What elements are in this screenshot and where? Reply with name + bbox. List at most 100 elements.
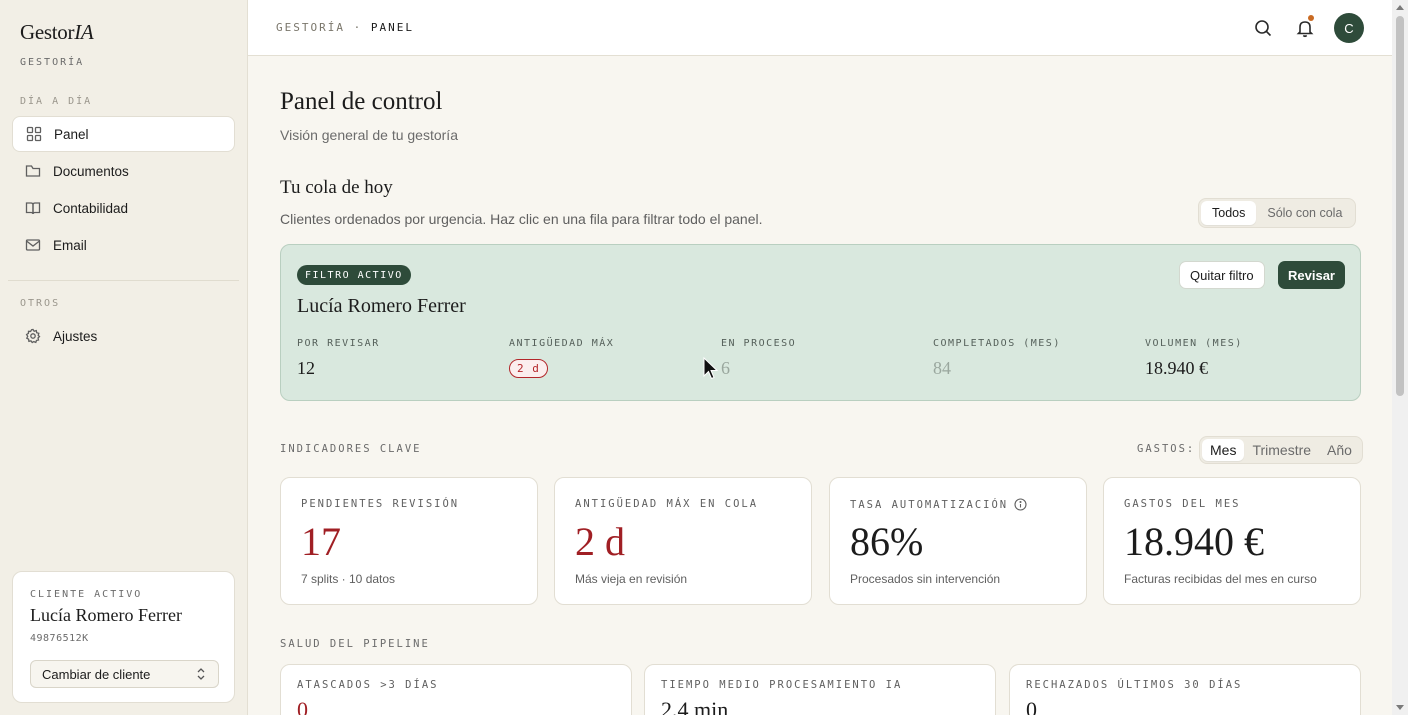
- pipeline-value: 2,4 min: [661, 697, 729, 715]
- filter-stat-label: ANTIGÜEDAD MÁX: [509, 338, 615, 349]
- gastos-period-toggle: Mes Trimestre Año: [1199, 436, 1363, 464]
- sidebar-item-label: Email: [53, 237, 87, 253]
- sidebar-item-contabilidad[interactable]: Contabilidad: [12, 190, 235, 226]
- period-ano[interactable]: Año: [1319, 439, 1360, 461]
- pipeline-label: TIEMPO MEDIO PROCESAMIENTO IA: [661, 679, 903, 691]
- sidebar: GestorIA GESTORÍA DÍA A DÍA Panel Docume…: [0, 0, 248, 715]
- change-client-select[interactable]: Cambiar de cliente: [30, 660, 219, 688]
- active-client-card: CLIENTE ACTIVO Lucía Romero Ferrer 49876…: [12, 571, 235, 703]
- sidebar-divider: [8, 280, 239, 281]
- clear-filter-button[interactable]: Quitar filtro: [1179, 261, 1265, 289]
- queue-subtitle: Clientes ordenados por urgencia. Haz cli…: [280, 211, 763, 227]
- folder-icon: [24, 163, 41, 180]
- scroll-down-arrow-icon[interactable]: [1396, 705, 1404, 710]
- brand-subtitle: GESTORÍA: [20, 57, 85, 68]
- kpi-card-antiguedad: ANTIGÜEDAD MÁX EN COLA 2 d Más vieja en …: [554, 477, 812, 605]
- filter-stat-value: 6: [721, 358, 730, 378]
- page-subtitle: Visión general de tu gestoría: [280, 127, 458, 143]
- pipeline-label: RECHAZADOS ÚLTIMOS 30 DÍAS: [1026, 679, 1243, 691]
- filter-stat-value: 84: [933, 358, 951, 378]
- notification-dot: [1308, 15, 1314, 21]
- active-client-label: CLIENTE ACTIVO: [30, 589, 143, 600]
- breadcrumb-separator: ·: [344, 21, 371, 34]
- mouse-cursor-icon: [703, 357, 719, 380]
- kpi-sub: 7 splits · 10 datos: [301, 572, 396, 586]
- brand-name-italic: IA: [74, 20, 94, 44]
- chevron-up-down-icon: [197, 668, 205, 680]
- sidebar-item-ajustes[interactable]: Ajustes: [12, 318, 235, 354]
- kpi-label: ANTIGÜEDAD MÁX EN COLA: [575, 498, 759, 510]
- sidebar-item-email[interactable]: Email: [12, 227, 235, 263]
- pipeline-value: 0: [297, 697, 308, 715]
- book-icon: [24, 200, 41, 217]
- active-filter-badge: FILTRO ACTIVO: [297, 265, 411, 285]
- filter-stat-volumen: VOLUMEN (MES) 18.940 €: [1145, 338, 1243, 379]
- breadcrumb: GESTORÍA · PANEL: [276, 21, 414, 34]
- filter-stat-label: POR REVISAR: [297, 338, 380, 349]
- kpi-label: PENDIENTES REVISIÓN: [301, 498, 460, 510]
- active-filter-client: Lucía Romero Ferrer: [297, 295, 466, 317]
- age-pill: 2 d: [509, 359, 548, 378]
- active-client-nif: 49876512K: [30, 633, 89, 644]
- kpi-card-pendientes: PENDIENTES REVISIÓN 17 7 splits · 10 dat…: [280, 477, 538, 605]
- change-client-label: Cambiar de cliente: [42, 666, 151, 682]
- filter-stat-label: EN PROCESO: [721, 338, 797, 349]
- pipeline-card-rechazados: RECHAZADOS ÚLTIMOS 30 DÍAS 0: [1009, 664, 1361, 715]
- brand-logo[interactable]: GestorIA: [20, 20, 94, 45]
- queue-filter-solo-con-cola[interactable]: Sólo con cola: [1256, 201, 1353, 225]
- breadcrumb-root[interactable]: GESTORÍA: [276, 21, 345, 34]
- sidebar-item-panel[interactable]: Panel: [12, 116, 235, 152]
- kpi-label: GASTOS DEL MES: [1124, 498, 1241, 510]
- section-label-daily: DÍA A DÍA: [20, 96, 93, 107]
- pipeline-section-label: SALUD DEL PIPELINE: [280, 638, 430, 650]
- pipeline-card-atascados: ATASCADOS >3 DÍAS 0: [280, 664, 632, 715]
- sidebar-item-documentos[interactable]: Documentos: [12, 153, 235, 189]
- kpi-label-wrap: TASA AUTOMATIZACIÓN: [850, 498, 1027, 511]
- sidebar-item-label: Ajustes: [53, 328, 98, 344]
- sidebar-item-label: Panel: [54, 126, 89, 142]
- kpi-card-gastos: GASTOS DEL MES 18.940 € Facturas recibid…: [1103, 477, 1361, 605]
- kpi-sub: Facturas recibidas del mes en curso: [1124, 572, 1317, 586]
- filter-stat-completados: COMPLETADOS (MES) 84: [933, 338, 1061, 379]
- info-icon[interactable]: [1014, 498, 1027, 511]
- scrollbar[interactable]: [1392, 0, 1408, 715]
- active-client-name: Lucía Romero Ferrer: [30, 605, 182, 625]
- brand-name: Gestor: [20, 20, 75, 44]
- search-icon[interactable]: [1253, 18, 1273, 38]
- pipeline-value: 0: [1026, 697, 1037, 715]
- pipeline-label: ATASCADOS >3 DÍAS: [297, 679, 439, 691]
- period-mes[interactable]: Mes: [1202, 439, 1245, 461]
- queue-title: Tu cola de hoy: [280, 177, 393, 198]
- filter-stat-antiguedad: ANTIGÜEDAD MÁX 2 d: [509, 338, 614, 378]
- filter-stat-por-revisar: POR REVISAR 12: [297, 338, 380, 379]
- sidebar-item-label: Contabilidad: [53, 200, 129, 216]
- breadcrumb-current: PANEL: [370, 21, 414, 34]
- kpi-sub: Procesados sin intervención: [850, 572, 1001, 586]
- bell-icon[interactable]: [1295, 18, 1315, 38]
- pipeline-card-tiempo-medio: TIEMPO MEDIO PROCESAMIENTO IA 2,4 min: [644, 664, 996, 715]
- filter-stat-label: COMPLETADOS (MES): [933, 338, 1061, 349]
- gastos-period-label: GASTOS:: [1137, 443, 1196, 455]
- active-filter-card[interactable]: FILTRO ACTIVO Lucía Romero Ferrer Quitar…: [280, 244, 1361, 401]
- topbar: GESTORÍA · PANEL C: [248, 0, 1392, 56]
- period-trimestre[interactable]: Trimestre: [1244, 439, 1319, 461]
- queue-filter-todos[interactable]: Todos: [1201, 201, 1257, 225]
- queue-filter-toggle: Todos Sólo con cola: [1198, 198, 1357, 228]
- kpi-value: 18.940 €: [1124, 519, 1264, 564]
- kpi-value: 2 d: [575, 519, 625, 564]
- filter-stat-value: 12: [297, 358, 315, 378]
- filter-stat-en-proceso: EN PROCESO 6: [721, 338, 796, 379]
- review-button[interactable]: Revisar: [1278, 261, 1345, 289]
- filter-stat-value: 18.940 €: [1145, 358, 1208, 378]
- filter-stat-label: VOLUMEN (MES): [1145, 338, 1243, 349]
- page-title: Panel de control: [280, 88, 443, 115]
- avatar[interactable]: C: [1334, 13, 1364, 43]
- scroll-up-arrow-icon[interactable]: [1396, 5, 1404, 10]
- section-label-others: OTROS: [20, 298, 61, 309]
- kpi-card-automatizacion: TASA AUTOMATIZACIÓN 86% Procesados sin i…: [829, 477, 1087, 605]
- kpi-value: 17: [301, 519, 341, 564]
- gear-icon: [24, 328, 41, 345]
- scrollbar-thumb[interactable]: [1396, 16, 1404, 396]
- grid-icon: [25, 126, 42, 143]
- kpi-section-label: INDICADORES CLAVE: [280, 443, 422, 455]
